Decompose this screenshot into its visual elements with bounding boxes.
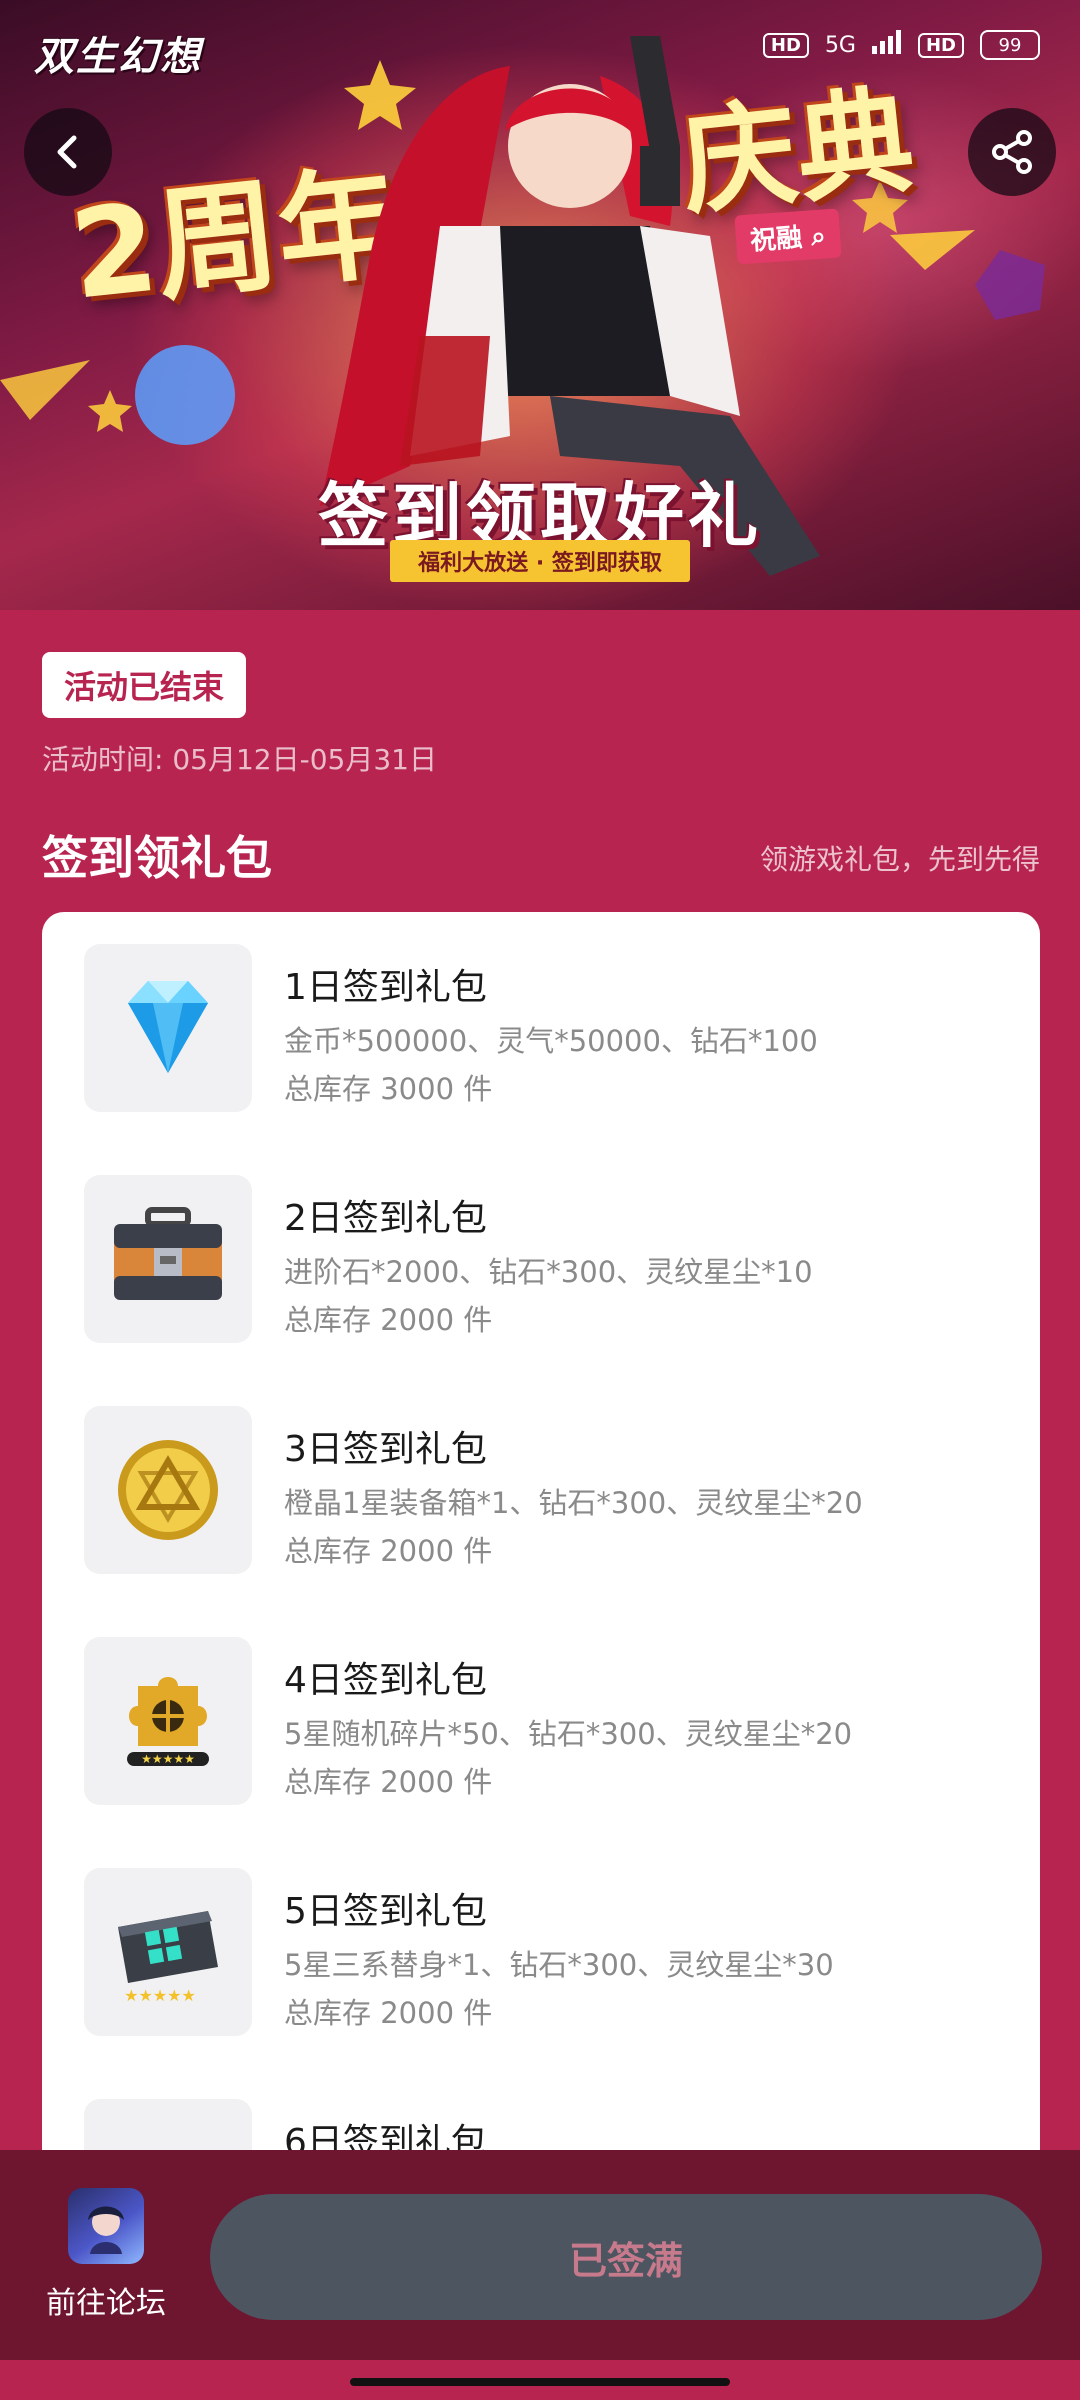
signed-full-button[interactable]: 已签满 <box>210 2194 1042 2320</box>
activity-status-badge: 活动已结束 <box>42 652 247 718</box>
svg-text:★★★★★: ★★★★★ <box>124 1986 196 2005</box>
gift-name: 3日签到礼包 <box>284 1429 487 1470</box>
gift-contents: 金币*500000、灵气*50000、钻石*100 <box>284 1024 818 1058</box>
diamond-icon <box>128 981 208 1073</box>
gift-contents: 5星随机碎片*50、钻石*300、灵纹星尘*20 <box>284 1717 853 1751</box>
gift-thumb: ★★★★★ <box>84 1868 252 2036</box>
puzzle-fragment-icon: ★★★★★ <box>127 1677 209 1766</box>
gift-name: 2日签到礼包 <box>284 1198 487 1239</box>
back-button[interactable] <box>24 108 112 196</box>
chest-icon <box>114 1207 222 1300</box>
forum-app-icon <box>68 2188 144 2264</box>
gift-name: 5日签到礼包 <box>284 1891 487 1932</box>
bottom-action-bar: 前往论坛 已签满 <box>0 2150 1080 2360</box>
event-banner: 双生幻想 HD 5G HD 99 2周年 庆典 祝融 ⌕ 签到领取好礼 福利大放… <box>0 0 1080 610</box>
gift-stock: 总库存 2000 件 <box>284 1765 493 1799</box>
gift-contents: 橙晶1星装备箱*1、钻石*300、灵纹星尘*20 <box>284 1486 863 1520</box>
gift-contents: 5星三系替身*1、钻石*300、灵纹星尘*30 <box>284 1948 834 1982</box>
share-icon <box>992 130 1032 174</box>
gift-item-day-5[interactable]: ★★★★★ 5日签到礼包 5星三系替身*1、钻石*300、灵纹星尘*30 总库存… <box>84 1868 1004 2038</box>
gift-thumb: ★★★★★ <box>84 1637 252 1805</box>
game-avatar-icon <box>88 2206 124 2254</box>
gift-item-day-3[interactable]: 3日签到礼包 橙晶1星装备箱*1、钻石*300、灵纹星尘*20 总库存 2000… <box>84 1406 1004 1576</box>
share-button[interactable] <box>968 108 1056 196</box>
banner-subline: 福利大放送 · 签到即获取 <box>390 540 690 582</box>
card-icon: ★★★★★ <box>118 1911 218 2005</box>
forum-label: 前往论坛 <box>46 2286 166 2321</box>
gift-item-day-4[interactable]: ★★★★★ 4日签到礼包 5星随机碎片*50、钻石*300、灵纹星尘*20 总库… <box>84 1637 1004 1807</box>
gift-name: 1日签到礼包 <box>284 967 487 1008</box>
gift-stock: 总库存 3000 件 <box>284 1072 493 1106</box>
gift-stock: 总库存 2000 件 <box>284 1303 493 1337</box>
forum-link[interactable]: 前往论坛 <box>36 2188 176 2322</box>
home-indicator[interactable] <box>350 2378 730 2386</box>
activity-time: 活动时间: 05月12日-05月31日 <box>42 743 437 776</box>
svg-text:★★★★★: ★★★★★ <box>141 1752 195 1766</box>
gift-list: 1日签到礼包 金币*500000、灵气*50000、钻石*100 总库存 300… <box>42 912 1040 2160</box>
gold-coin-icon <box>118 1440 218 1540</box>
chevron-left-icon <box>57 135 77 169</box>
gift-stock: 总库存 2000 件 <box>284 1996 493 2030</box>
gift-name: 4日签到礼包 <box>284 1660 487 1701</box>
section-title: 签到领礼包 <box>42 831 272 885</box>
gift-item-day-2[interactable]: 2日签到礼包 进阶石*2000、钻石*300、灵纹星尘*10 总库存 2000 … <box>84 1175 1004 1345</box>
gift-thumb <box>84 1175 252 1343</box>
section-subtitle: 领游戏礼包，先到先得 <box>759 843 1040 876</box>
gift-thumb <box>84 1406 252 1574</box>
gift-stock: 总库存 2000 件 <box>284 1534 493 1568</box>
gift-contents: 进阶石*2000、钻石*300、灵纹星尘*10 <box>284 1255 813 1289</box>
gift-thumb <box>84 944 252 1112</box>
gift-item-day-1[interactable]: 1日签到礼包 金币*500000、灵气*50000、钻石*100 总库存 300… <box>84 944 1004 1114</box>
